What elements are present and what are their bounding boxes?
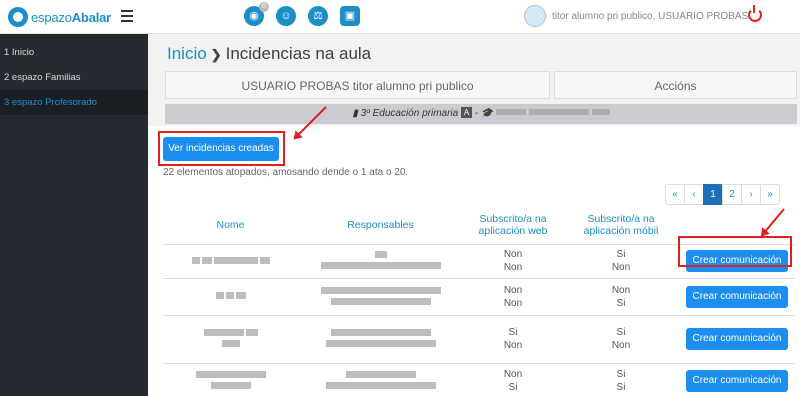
course-label: 3º Educación primaria <box>360 108 459 119</box>
table-row: Non Non Non Si Crear comunicación <box>163 278 795 316</box>
annotation-highlight-box <box>678 236 792 267</box>
cell-mobil: Non Si <box>563 278 679 316</box>
pagination: « ‹ 1 2 › » <box>665 184 780 205</box>
results-info: 22 elementos atopados, amosando dende o … <box>163 167 409 178</box>
book-icon: ▮ <box>352 108 358 119</box>
cell-responsables <box>298 244 463 279</box>
top-icon-group: ◉ 0 ☺ ⚖ ▣ <box>244 2 360 26</box>
tab-actions[interactable]: Accións <box>554 71 797 99</box>
chevron-right-icon: ❯ <box>210 47 222 62</box>
cell-responsables <box>298 315 463 364</box>
sidebar-item-inicio[interactable]: 1 Inicio <box>0 40 148 65</box>
sidebar: 1 Inicio 2 espazo Familias 3 espazo Prof… <box>0 34 148 396</box>
course-dash: - <box>474 108 479 119</box>
user-tabs: USUARIO PROBAS titor alumno pri publico … <box>165 71 797 99</box>
cell-name <box>163 363 298 396</box>
cell-name <box>163 278 298 316</box>
create-communication-button[interactable]: Crear comunicación <box>686 285 788 308</box>
col-responsables[interactable]: Responsables <box>298 207 463 245</box>
incidents-panel: Ver incidencias creadas 22 elementos ato… <box>148 126 800 396</box>
redacted-text <box>528 109 589 115</box>
tab-user[interactable]: USUARIO PROBAS titor alumno pri publico <box>165 71 550 99</box>
graduation-cap-icon: 🎓 <box>480 108 494 119</box>
page-next[interactable]: › <box>741 184 761 205</box>
menu-toggle-icon[interactable] <box>121 10 133 22</box>
logo-icon <box>8 7 28 27</box>
cell-web: Non Non <box>463 278 563 316</box>
globe-icon[interactable]: ◉ 0 <box>244 2 269 26</box>
main-content: Inicio ❯ Incidencias na aula USUARIO PROBA… <box>148 34 800 396</box>
col-web: Subscrito/a na aplicación web <box>463 207 563 245</box>
cell-responsables <box>298 363 463 396</box>
user-menu[interactable]: titor alumno pri publico, USUARIO PROBAS <box>524 5 748 27</box>
col-nome[interactable]: Nome <box>163 207 298 245</box>
notification-badge: 0 <box>259 2 269 12</box>
create-communication-button[interactable]: Crear comunicación <box>686 369 788 392</box>
page-2[interactable]: 2 <box>722 184 742 205</box>
power-icon[interactable] <box>748 5 762 22</box>
inbox-icon[interactable]: ▣ <box>340 6 360 26</box>
cell-web: Non Si <box>463 363 563 396</box>
cell-web: Non Non <box>463 244 563 279</box>
breadcrumb-home[interactable]: Inicio <box>167 44 207 63</box>
logo-text: espazoAbalar <box>31 9 111 25</box>
view-incidents-button[interactable]: Ver incidencias creadas <box>163 137 279 161</box>
cell-mobil: Si Si <box>563 363 679 396</box>
page-first[interactable]: « <box>665 184 685 205</box>
cell-name <box>163 244 298 279</box>
avatar <box>524 5 546 27</box>
logo[interactable]: espazoAbalar <box>8 7 111 27</box>
top-bar: espazoAbalar ◉ 0 ☺ ⚖ ▣ titor alumno pri p… <box>0 0 800 34</box>
cell-name <box>163 315 298 364</box>
accessibility-icon[interactable]: ☺ <box>276 6 296 26</box>
cell-action: Crear comunicación <box>679 363 795 396</box>
sidebar-item-profesorado[interactable]: 3 espazo Profesorado <box>0 90 148 115</box>
cell-action: Crear comunicación <box>679 315 795 364</box>
redacted-text <box>591 109 610 115</box>
user-name: titor alumno pri publico, USUARIO PROBAS <box>552 10 749 22</box>
col-mobil: Subscrito/a na aplicación móbil <box>563 207 679 245</box>
cell-responsables <box>298 278 463 316</box>
create-communication-button[interactable]: Crear comunicación <box>686 328 788 350</box>
sidebar-item-familias[interactable]: 2 espazo Familias <box>0 65 148 90</box>
redacted-text <box>496 109 527 115</box>
page-title: Incidencias na aula <box>225 44 372 63</box>
page-1[interactable]: 1 <box>703 184 723 205</box>
page-last[interactable]: » <box>760 184 780 205</box>
course-bar: ▮ 3º Educación primaria A - 🎓 <box>165 104 797 124</box>
cell-web: Si Non <box>463 315 563 364</box>
breadcrumb: Inicio ❯ Incidencias na aula <box>167 44 371 64</box>
cell-action: Crear comunicación <box>679 278 795 316</box>
scales-icon[interactable]: ⚖ <box>308 6 328 26</box>
table-row: Non Si Si Si Crear comunicación <box>163 363 795 396</box>
page-prev[interactable]: ‹ <box>684 184 704 205</box>
cell-mobil: Si Non <box>563 244 679 279</box>
group-badge: A <box>460 107 472 118</box>
cell-mobil: Si Non <box>563 315 679 364</box>
table-row: Si Non Si Non Crear comunicación <box>163 315 795 364</box>
